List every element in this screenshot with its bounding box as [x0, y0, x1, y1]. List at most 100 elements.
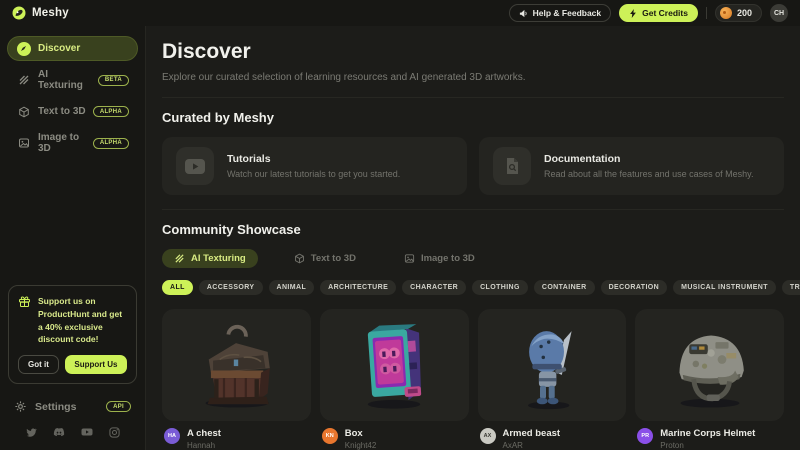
tab-text-to-3d[interactable]: Text to 3D [282, 249, 368, 268]
tab-label: Image to 3D [421, 253, 475, 264]
showcase-card-helmet: PR Marine Corps Helmet Proton [635, 309, 784, 450]
settings-label: Settings [35, 401, 76, 413]
sidebar-item-label: AI Texturing [38, 69, 91, 91]
help-feedback-button[interactable]: Help & Feedback [509, 4, 612, 22]
sidebar-item-ai-texturing[interactable]: AI Texturing BETA [7, 64, 138, 96]
get-credits-label: Get Credits [642, 8, 688, 18]
credits-balance[interactable]: 200 [715, 4, 762, 22]
got-it-button[interactable]: Got it [18, 355, 59, 374]
author-avatar: AX [480, 428, 496, 444]
image-icon [16, 136, 31, 151]
showcase-card-footer: AX Armed beast AxAR [478, 428, 627, 450]
sidebar-item-image-to-3d[interactable]: Image to 3D ALPHA [7, 127, 138, 159]
sidebar-item-settings[interactable]: Settings API [0, 392, 145, 421]
artwork-box-image[interactable] [320, 309, 469, 421]
filter-all[interactable]: ALL [162, 280, 193, 295]
category-filters: ALL ACCESSORY ANIMAL ARCHITECTURE CHARAC… [162, 280, 784, 295]
discover-compass-icon [16, 41, 31, 56]
sidebar: Discover AI Texturing BETA Text to 3D AL… [0, 26, 146, 450]
social-links [0, 421, 145, 450]
twitter-icon[interactable] [26, 427, 37, 438]
sidebar-item-label: Image to 3D [38, 132, 86, 154]
promo-text: Support us on ProductHunt and get a 40% … [38, 295, 127, 346]
filter-transportation[interactable]: TRANSPORTATION [782, 280, 800, 295]
sidebar-item-label: Text to 3D [38, 106, 86, 117]
alpha-badge: ALPHA [93, 138, 129, 149]
tutorials-card-text: Tutorials Watch our latest tutorials to … [227, 153, 400, 179]
item-meta: Box Knight42 [345, 428, 377, 450]
filter-character[interactable]: CHARACTER [402, 280, 466, 295]
alpha-badge: ALPHA [93, 106, 129, 117]
beta-badge: BETA [98, 75, 129, 86]
item-meta: Marine Corps Helmet Proton [660, 428, 755, 450]
sidebar-item-discover[interactable]: Discover [7, 36, 138, 61]
gear-icon [14, 400, 27, 413]
sidebar-item-text-to-3d[interactable]: Text to 3D ALPHA [7, 99, 138, 124]
showcase-card-footer: HA A chest Hannah [162, 428, 311, 450]
showcase-grid: HA A chest Hannah [162, 309, 784, 450]
item-author: Knight42 [345, 441, 377, 450]
get-credits-button[interactable]: Get Credits [619, 4, 698, 22]
producthunt-promo-card: Support us on ProductHunt and get a 40% … [8, 285, 137, 384]
item-meta: Armed beast AxAR [503, 428, 561, 450]
tab-ai-texturing[interactable]: AI Texturing [162, 249, 258, 268]
tutorials-play-icon [176, 147, 214, 185]
page-subtitle: Explore our curated selection of learnin… [162, 72, 784, 83]
showcase-card-chest: HA A chest Hannah [162, 309, 311, 450]
gift-icon [18, 295, 31, 346]
page-title: Discover [162, 40, 784, 64]
showcase-heading: Community Showcase [162, 222, 784, 237]
meshy-logo-text: Meshy [32, 7, 69, 19]
youtube-icon[interactable] [81, 427, 93, 438]
item-author: AxAR [503, 441, 561, 450]
tab-image-to-3d[interactable]: Image to 3D [392, 249, 487, 268]
showcase-card-box: KN Box Knight42 [320, 309, 469, 450]
sidebar-nav: Discover AI Texturing BETA Text to 3D AL… [0, 26, 145, 162]
documentation-card[interactable]: Documentation Read about all the feature… [479, 137, 784, 195]
user-avatar[interactable]: CH [770, 4, 788, 22]
sidebar-item-label: Discover [38, 43, 80, 54]
artwork-chest-image[interactable] [162, 309, 311, 421]
lightning-icon [629, 9, 637, 18]
meshy-logo-icon [12, 6, 26, 20]
sidebar-bottom: Support us on ProductHunt and get a 40% … [0, 277, 145, 450]
coin-icon [720, 7, 732, 19]
discord-icon[interactable] [53, 427, 65, 438]
credits-count: 200 [737, 8, 752, 18]
curated-section: Curated by Meshy Tutorials Watch our lat… [162, 97, 784, 209]
page-header: Discover Explore our curated selection o… [162, 26, 784, 97]
filter-accessory[interactable]: ACCESSORY [199, 280, 263, 295]
cube-icon [16, 104, 31, 119]
item-meta: A chest Hannah [187, 428, 221, 450]
cube-icon [294, 253, 305, 264]
showcase-section: Community Showcase AI Texturing Text to … [162, 209, 784, 450]
support-us-button[interactable]: Support Us [65, 355, 127, 374]
documentation-card-text: Documentation Read about all the feature… [544, 153, 753, 179]
meshy-logo[interactable]: Meshy [12, 6, 69, 20]
item-author: Hannah [187, 441, 221, 450]
filter-clothing[interactable]: CLOTHING [472, 280, 528, 295]
author-avatar: KN [322, 428, 338, 444]
filter-musical-instrument[interactable]: MUSICAL INSTRUMENT [673, 280, 776, 295]
showcase-card-armed-beast: AX Armed beast AxAR [478, 309, 627, 450]
item-title: A chest [187, 428, 221, 439]
topbar-divider [706, 7, 707, 19]
documentation-desc: Read about all the features and use case… [544, 169, 753, 179]
artwork-armed-beast-image[interactable] [478, 309, 627, 421]
tutorials-card[interactable]: Tutorials Watch our latest tutorials to … [162, 137, 467, 195]
item-title: Box [345, 428, 377, 439]
tab-label: Text to 3D [311, 253, 356, 264]
filter-decoration[interactable]: DECORATION [601, 280, 668, 295]
curated-heading: Curated by Meshy [162, 110, 784, 125]
tutorials-desc: Watch our latest tutorials to get you st… [227, 169, 400, 179]
filter-container[interactable]: CONTAINER [534, 280, 595, 295]
showcase-tabs: AI Texturing Text to 3D Image to 3D [162, 249, 784, 268]
author-avatar: PR [637, 428, 653, 444]
item-title: Marine Corps Helmet [660, 428, 755, 439]
item-author: Proton [660, 441, 755, 450]
instagram-icon[interactable] [109, 427, 120, 438]
documentation-title: Documentation [544, 153, 753, 165]
artwork-helmet-image[interactable] [635, 309, 784, 421]
filter-animal[interactable]: ANIMAL [269, 280, 315, 295]
filter-architecture[interactable]: ARCHITECTURE [320, 280, 396, 295]
